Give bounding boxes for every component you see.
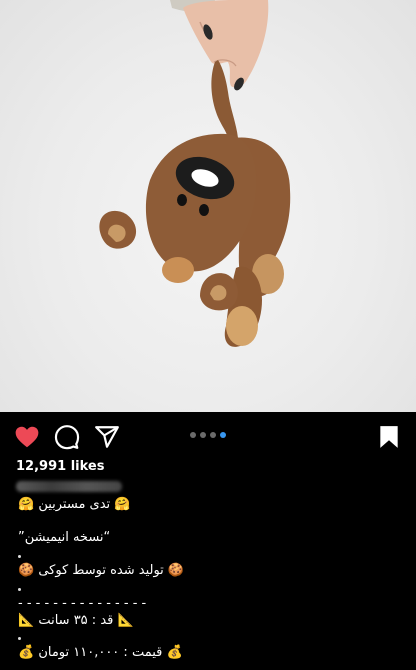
heart-icon[interactable] — [14, 424, 40, 450]
teddy-photo-illustration — [99, 0, 291, 347]
comment-icon[interactable] — [54, 424, 80, 450]
bookmark-icon[interactable] — [376, 424, 402, 450]
caption-separator-dot — [18, 588, 21, 591]
caption-separator-dot — [18, 637, 21, 640]
carousel-dot — [200, 432, 206, 438]
caption-separator-dot — [18, 555, 21, 558]
carousel-indicator — [190, 432, 226, 438]
username-blurred[interactable] — [16, 481, 122, 492]
send-icon[interactable] — [94, 424, 120, 450]
caption-line-subtitle: “نسخه انیمیشن” — [18, 530, 111, 545]
post-image[interactable] — [0, 0, 416, 412]
carousel-dot — [210, 432, 216, 438]
caption-line-title: 🤗 تدی مستربین 🤗 — [18, 497, 131, 512]
carousel-dot-active — [220, 432, 226, 438]
caption-dash-line: - - - - - - - - - - - - - - - — [18, 596, 147, 611]
carousel-dot — [190, 432, 196, 438]
caption-line-price: 💰 قیمت : ۱۱۰,۰۰۰ تومان 💰 — [18, 645, 183, 660]
likes-count[interactable]: 12,991 likes — [16, 459, 104, 474]
caption-line-maker: 🍪 تولید شده توسط کوکی 🍪 — [18, 563, 185, 578]
caption-line-height: 📐 قد : ۳۵ سانت 📐 — [18, 613, 134, 628]
